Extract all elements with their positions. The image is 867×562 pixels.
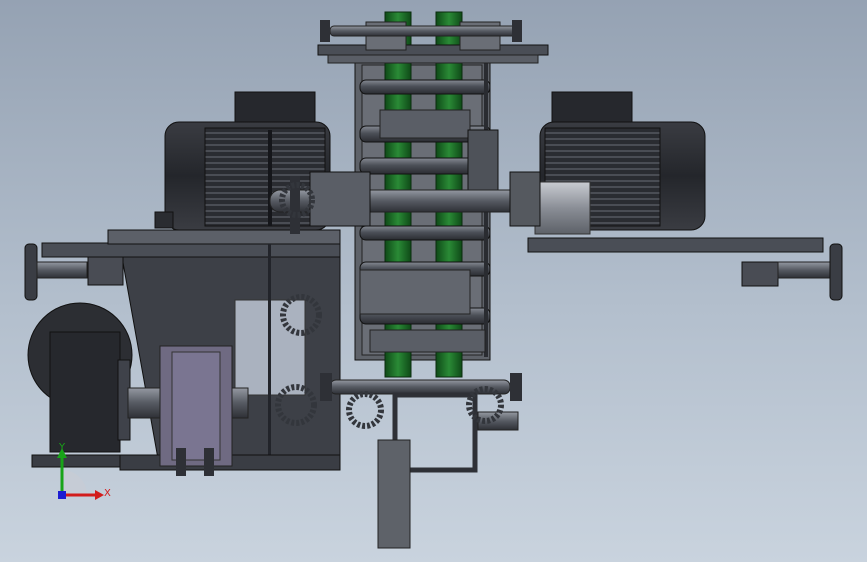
x-axis-label: X bbox=[104, 488, 111, 499]
top-tension-assembly bbox=[317, 20, 549, 64]
z-axis-marker bbox=[58, 491, 66, 499]
bottom-idler-assembly bbox=[320, 329, 522, 549]
bearing-housing bbox=[159, 345, 233, 476]
y-axis-label: Y bbox=[59, 442, 66, 453]
machine-assembly-drawing bbox=[24, 11, 843, 549]
cad-viewport[interactable]: Y X bbox=[0, 0, 867, 562]
right-base-frame bbox=[527, 237, 843, 301]
right-drive-motor bbox=[534, 91, 706, 235]
